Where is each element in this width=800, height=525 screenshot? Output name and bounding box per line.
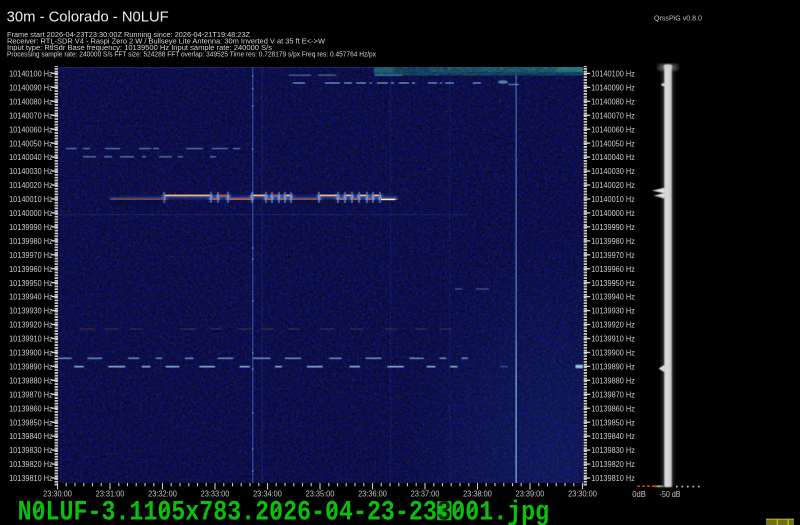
- svg-text:-50 dB: -50 dB: [660, 490, 681, 499]
- svg-text:001.jpg: 001.jpg: [451, 497, 549, 525]
- svg-text:10139950 Hz: 10139950 Hz: [591, 279, 635, 288]
- svg-text:10139810 Hz: 10139810 Hz: [591, 474, 635, 483]
- svg-text:10139970 Hz: 10139970 Hz: [9, 251, 53, 260]
- svg-text:10140020 Hz: 10140020 Hz: [591, 181, 635, 190]
- svg-text:10139920 Hz: 10139920 Hz: [9, 321, 53, 330]
- svg-text:10139960 Hz: 10139960 Hz: [591, 265, 635, 274]
- svg-text:Processing sample rate: 240000: Processing sample rate: 240000 S/s FFT s…: [7, 49, 376, 58]
- svg-text:10140030 Hz: 10140030 Hz: [591, 167, 635, 176]
- svg-text:10139990 Hz: 10139990 Hz: [9, 223, 53, 232]
- svg-text:10140070 Hz: 10140070 Hz: [591, 111, 635, 120]
- svg-text:10139890 Hz: 10139890 Hz: [591, 362, 635, 371]
- svg-text:10139960 Hz: 10139960 Hz: [9, 265, 53, 274]
- svg-text:10139870 Hz: 10139870 Hz: [591, 390, 635, 399]
- svg-text:10139920 Hz: 10139920 Hz: [591, 321, 635, 330]
- svg-text:23:30:00: 23:30:00: [568, 489, 597, 498]
- svg-text:10139830 Hz: 10139830 Hz: [591, 446, 635, 455]
- svg-text:10139860 Hz: 10139860 Hz: [9, 404, 53, 413]
- svg-text:10140040 Hz: 10140040 Hz: [9, 153, 53, 162]
- svg-text:10139870 Hz: 10139870 Hz: [9, 390, 53, 399]
- svg-text:10139830 Hz: 10139830 Hz: [9, 446, 53, 455]
- svg-text:10140000 Hz: 10140000 Hz: [591, 209, 635, 218]
- svg-text:10140010 Hz: 10140010 Hz: [9, 195, 53, 204]
- svg-text:10139980 Hz: 10139980 Hz: [591, 237, 635, 246]
- svg-text:10140040 Hz: 10140040 Hz: [591, 153, 635, 162]
- svg-text:0dB: 0dB: [632, 490, 646, 499]
- svg-text:10139880 Hz: 10139880 Hz: [591, 376, 635, 385]
- svg-text:10140100 Hz: 10140100 Hz: [9, 70, 53, 79]
- svg-text:10139840 Hz: 10139840 Hz: [591, 432, 635, 441]
- svg-text:10139930 Hz: 10139930 Hz: [591, 307, 635, 316]
- svg-text:10140080 Hz: 10140080 Hz: [591, 97, 635, 106]
- svg-text:10139910 Hz: 10139910 Hz: [9, 335, 53, 344]
- svg-text:10139850 Hz: 10139850 Hz: [591, 418, 635, 427]
- svg-text:10140090 Hz: 10140090 Hz: [591, 83, 635, 92]
- svg-text:10140000 Hz: 10140000 Hz: [9, 209, 53, 218]
- svg-text:N0LUF-3.1105x783.2026-04-23-23: N0LUF-3.1105x783.2026-04-23-23: [18, 497, 437, 525]
- svg-text:10140050 Hz: 10140050 Hz: [591, 139, 635, 148]
- svg-text:10140080 Hz: 10140080 Hz: [9, 97, 53, 106]
- svg-text:3: 3: [437, 497, 451, 525]
- svg-text:10139900 Hz: 10139900 Hz: [9, 349, 53, 358]
- svg-text:10140050 Hz: 10140050 Hz: [9, 139, 53, 148]
- svg-text:10139970 Hz: 10139970 Hz: [591, 251, 635, 260]
- svg-text:10139940 Hz: 10139940 Hz: [591, 293, 635, 302]
- svg-text:10139930 Hz: 10139930 Hz: [9, 307, 53, 316]
- svg-text:10140030 Hz: 10140030 Hz: [9, 167, 53, 176]
- svg-text:10139890 Hz: 10139890 Hz: [9, 362, 53, 371]
- svg-text:10140100 Hz: 10140100 Hz: [591, 70, 635, 79]
- svg-text:10139850 Hz: 10139850 Hz: [9, 418, 53, 427]
- svg-text:10140090 Hz: 10140090 Hz: [9, 83, 53, 92]
- svg-text:10139900 Hz: 10139900 Hz: [591, 349, 635, 358]
- svg-text:10140010 Hz: 10140010 Hz: [591, 195, 635, 204]
- svg-text:10139820 Hz: 10139820 Hz: [591, 460, 635, 469]
- svg-text:10139860 Hz: 10139860 Hz: [591, 404, 635, 413]
- svg-text:10139910 Hz: 10139910 Hz: [591, 335, 635, 344]
- svg-text:10139980 Hz: 10139980 Hz: [9, 237, 53, 246]
- svg-text:10139940 Hz: 10139940 Hz: [9, 293, 53, 302]
- svg-text:10139810 Hz: 10139810 Hz: [9, 474, 53, 483]
- svg-text:10140060 Hz: 10140060 Hz: [591, 125, 635, 134]
- svg-text:10140020 Hz: 10140020 Hz: [9, 181, 53, 190]
- svg-text:10139840 Hz: 10139840 Hz: [9, 432, 53, 441]
- svg-text:10139820 Hz: 10139820 Hz: [9, 460, 53, 469]
- svg-text:30m - Colorado - N0LUF: 30m - Colorado - N0LUF: [7, 9, 169, 25]
- svg-text:QrssPiG v0.8.0: QrssPiG v0.8.0: [654, 14, 702, 23]
- svg-text:10140070 Hz: 10140070 Hz: [9, 111, 53, 120]
- svg-text:10140060 Hz: 10140060 Hz: [9, 125, 53, 134]
- svg-text:10139990 Hz: 10139990 Hz: [591, 223, 635, 232]
- svg-text:10139880 Hz: 10139880 Hz: [9, 376, 53, 385]
- svg-text:10139950 Hz: 10139950 Hz: [9, 279, 53, 288]
